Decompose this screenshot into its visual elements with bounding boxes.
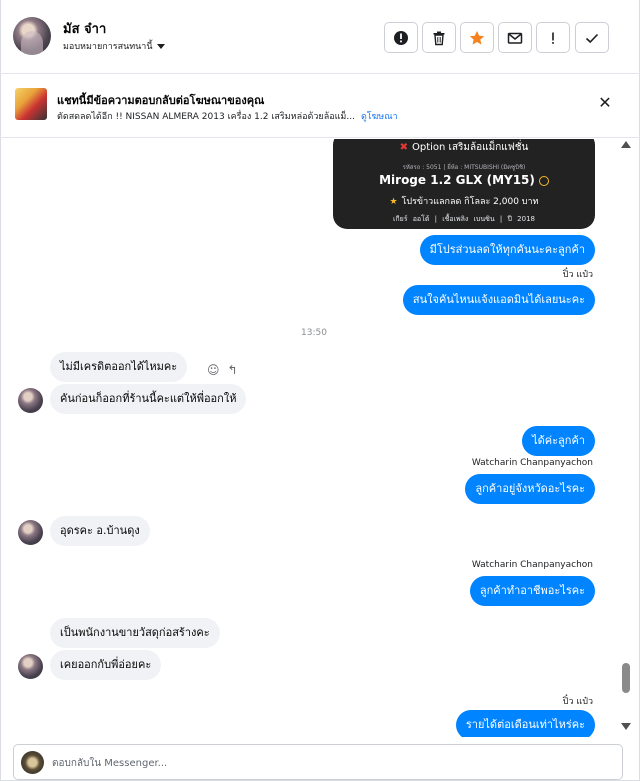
view-ad-link[interactable]: ดูโฆษณา xyxy=(361,112,398,122)
car-specs: เกียร์ ออโต้ | เชื้อเพลิง เบนซิน | ปี 20… xyxy=(393,215,535,223)
car-promo-text: โปรข้าวแลกลด กิโลละ 2,000 บาท xyxy=(401,197,539,207)
assign-label: มอบหมายการสนทนานี้ xyxy=(63,42,153,52)
mark-done-button[interactable] xyxy=(575,22,609,53)
reply-input[interactable] xyxy=(52,752,612,774)
star-icon: ★ xyxy=(389,197,398,207)
caret-down-icon xyxy=(156,44,165,49)
car-promo: ★ โปรข้าวแลกลด กิโลละ 2,000 บาท xyxy=(333,194,595,208)
sender-label: Watcharin Chanpanyachon xyxy=(471,458,593,468)
message-timestamp: 13:50 xyxy=(301,328,327,338)
message-actions: ☺ ↰ xyxy=(207,363,238,377)
contact-name[interactable]: มัส จ๋าา xyxy=(63,18,106,39)
reply-icon[interactable]: ↰ xyxy=(228,363,238,377)
outgoing-message[interactable]: สนใจคันไหนแจ้งแอดมินได้เลยนะคะ xyxy=(402,285,595,315)
contact-avatar[interactable] xyxy=(13,17,51,55)
chat-scrollbar[interactable] xyxy=(618,139,634,737)
contact-avatar-small[interactable] xyxy=(18,520,43,545)
follow-up-button[interactable] xyxy=(536,22,570,53)
ad-banner-subtitle: ตัดสดลดได้อีก !! NISSAN ALMERA 2013 เครื… xyxy=(57,109,398,123)
ad-thumbnail[interactable] xyxy=(15,88,47,120)
outgoing-message[interactable]: มีโปรส่วนลดให้ทุกคันนะคะลูกค้า xyxy=(419,235,595,265)
mark-spam-button[interactable] xyxy=(384,22,418,53)
star-icon xyxy=(469,30,485,45)
scroll-down-arrow-icon[interactable] xyxy=(621,723,631,730)
incoming-message[interactable]: ไม่มีเครดิตออกได้ไหมคะ xyxy=(50,352,188,382)
contact-avatar-small[interactable] xyxy=(18,388,43,413)
outgoing-message[interactable]: ลูกค้าทำอาชีพอะไรคะ xyxy=(469,576,595,606)
star-button[interactable] xyxy=(460,22,494,53)
outgoing-message[interactable]: ได้ค่ะลูกค้า xyxy=(522,426,595,456)
mark-unread-button[interactable] xyxy=(498,22,532,53)
assign-conversation-dropdown[interactable]: มอบหมายการสนทนานี้ xyxy=(63,39,165,53)
alert-circle-icon xyxy=(394,30,408,45)
page-avatar xyxy=(21,751,44,774)
sender-label: ปิ๋ว แป๋ว xyxy=(562,697,593,707)
car-meta: รหัสรถ : 5051 | ยี่ห้อ : MITSUBISHI (มิต… xyxy=(402,164,526,171)
ad-description: ตัดสดลดได้อีก !! NISSAN ALMERA 2013 เครื… xyxy=(57,112,355,122)
ad-reply-banner: แชทนี้มีข้อความตอบกลับต่อโฆษณาของคุณ ตัด… xyxy=(0,75,640,138)
scrollbar-thumb[interactable] xyxy=(622,663,630,693)
close-icon[interactable]: ✕ xyxy=(597,95,613,111)
car-model: Miroge 1.2 GLX (MY15) xyxy=(333,173,595,187)
verified-icon xyxy=(538,175,549,186)
exclamation-icon xyxy=(552,32,554,44)
contact-avatar-small[interactable] xyxy=(18,654,43,679)
incoming-message[interactable]: คันก่อนก็ออกที่ร้านนี้คะแต่ให้พี่ออกให้ xyxy=(50,384,247,414)
car-model-text: Miroge 1.2 GLX (MY15) xyxy=(379,173,535,187)
envelope-icon xyxy=(507,32,523,44)
delete-button[interactable] xyxy=(422,22,456,53)
sender-label: ปิ๋ว แป๋ว xyxy=(562,270,593,280)
emoji-reaction-icon[interactable]: ☺ xyxy=(207,363,220,377)
outgoing-message[interactable]: ลูกค้าอยู่จังหวัดอะไรคะ xyxy=(465,474,595,504)
cross-icon: ✖ xyxy=(399,142,408,153)
ad-banner-title: แชทนี้มีข้อความตอบกลับต่อโฆษณาของคุณ xyxy=(57,94,265,107)
check-icon xyxy=(585,33,599,43)
incoming-message[interactable]: เคยออกกับพี่อ่อยคะ xyxy=(50,650,162,680)
car-ad-card[interactable]: ✖ Option เสริมล้อแม็กแฟชั่น รหัสรถ : 5051… xyxy=(333,139,595,229)
reply-composer[interactable] xyxy=(13,744,623,780)
car-option-line: ✖ Option เสริมล้อแม็กแฟชั่น xyxy=(333,140,595,155)
incoming-message[interactable]: อุดรคะ อ.บ้านดุง xyxy=(50,516,150,546)
trash-icon xyxy=(433,31,445,45)
message-thread[interactable]: ✖ Option เสริมล้อแม็กแฟชั่น รหัสรถ : 5051… xyxy=(0,139,618,737)
outgoing-message[interactable]: รายได้ต่อเดือนเท่าไหร่คะ xyxy=(455,710,595,737)
scroll-up-arrow-icon[interactable] xyxy=(621,141,631,148)
car-option-text: Option เสริมล้อแม็กแฟชั่น xyxy=(411,142,529,153)
conversation-header: มัส จ๋าา มอบหมายการสนทนานี้ xyxy=(0,0,640,74)
sender-label: Watcharin Chanpanyachon xyxy=(471,560,593,570)
incoming-message[interactable]: เป็นพนักงานขายวัสดุก่อสร้างคะ xyxy=(50,618,220,648)
